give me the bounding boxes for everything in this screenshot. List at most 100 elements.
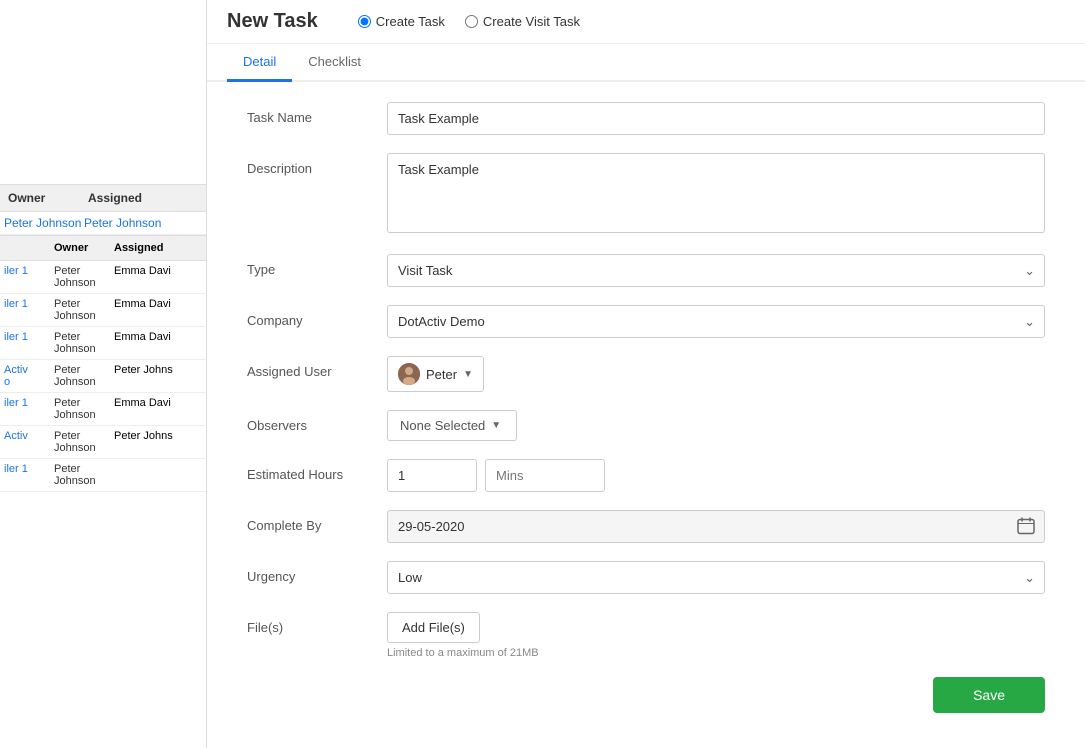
row-assigned: Emma Davi <box>114 265 202 289</box>
description-row: Description Task Example <box>247 153 1045 236</box>
radio-create-task[interactable]: Create Task <box>358 14 445 29</box>
urgency-row: Urgency Low Medium High ⌄ <box>247 561 1045 594</box>
save-button[interactable]: Save <box>933 677 1045 713</box>
date-input[interactable] <box>387 510 1045 543</box>
observers-button[interactable]: None Selected ▼ <box>387 410 517 441</box>
assigned-user-row: Assigned User Peter ▼ <box>247 356 1045 392</box>
tab-bar: Detail Checklist <box>207 44 1085 82</box>
observers-value: None Selected <box>400 418 485 433</box>
table-row: Activo PeterJohnson Peter Johns <box>0 360 206 393</box>
row-assigned: Emma Davi <box>114 298 202 322</box>
table-row: iler 1 PeterJohnson Emma Davi <box>0 261 206 294</box>
assigned-link[interactable]: Peter Johnson <box>84 216 161 230</box>
table-row: iler 1 PeterJohnson Emma Davi <box>0 327 206 360</box>
table-row: iler 1 PeterJohnson Emma Davi <box>0 294 206 327</box>
complete-by-row: Complete By <box>247 510 1045 543</box>
task-name-input[interactable] <box>387 102 1045 135</box>
row-comer[interactable]: iler 1 <box>4 331 54 355</box>
observers-row: Observers None Selected ▼ <box>247 410 1045 441</box>
col-assigned2: Assigned <box>114 242 202 254</box>
col-header-owner: Owner <box>4 191 84 205</box>
row-owner: PeterJohnson <box>54 331 114 355</box>
row-comer[interactable]: Activ <box>4 430 54 454</box>
row-owner: PeterJohnson <box>54 397 114 421</box>
urgency-label: Urgency <box>247 561 387 584</box>
company-select-wrapper: DotActiv Demo ⌄ <box>387 305 1045 338</box>
assigned-cell[interactable]: Peter Johnson <box>84 216 202 230</box>
type-control: Visit Task General Task ⌄ <box>387 254 1045 287</box>
row-comer[interactable]: iler 1 <box>4 463 54 487</box>
user-dropdown-arrow: ▼ <box>463 369 473 380</box>
radio-create-visit[interactable]: Create Visit Task <box>465 14 580 29</box>
calendar-svg <box>1017 516 1035 534</box>
user-avatar <box>398 363 420 385</box>
left-panel-top <box>0 0 206 185</box>
files-label: File(s) <box>247 612 387 635</box>
file-note: Limited to a maximum of 21MB <box>387 647 1045 659</box>
col-header-assigned: Assigned <box>84 191 202 205</box>
type-select[interactable]: Visit Task General Task <box>387 254 1045 287</box>
estimated-hours-row: Estimated Hours <box>247 459 1045 492</box>
form-body: Task Name Description Task Example Type … <box>207 82 1085 748</box>
main-panel: New Task Create Task Create Visit Task D… <box>207 0 1085 748</box>
radio-create-task-input[interactable] <box>358 15 371 28</box>
type-row: Type Visit Task General Task ⌄ <box>247 254 1045 287</box>
row-comer[interactable]: Activo <box>4 364 54 388</box>
table-section-2: Owner Assigned iler 1 PeterJohnson Emma … <box>0 235 206 492</box>
hours-inputs <box>387 459 1045 492</box>
avatar-icon <box>398 363 420 385</box>
hours-input[interactable] <box>387 459 477 492</box>
row-assigned <box>114 463 202 487</box>
form-header: New Task Create Task Create Visit Task <box>207 0 1085 44</box>
estimated-hours-control <box>387 459 1045 492</box>
type-label: Type <box>247 254 387 277</box>
description-input[interactable]: Task Example <box>387 153 1045 233</box>
col-owner2: Owner <box>54 242 114 254</box>
tab-detail[interactable]: Detail <box>227 44 292 82</box>
row-comer[interactable]: iler 1 <box>4 298 54 322</box>
row-assigned: Peter Johns <box>114 364 202 388</box>
company-row: Company DotActiv Demo ⌄ <box>247 305 1045 338</box>
table-header-2: Owner Assigned <box>0 235 206 261</box>
row-owner: PeterJohnson <box>54 265 114 289</box>
description-control: Task Example <box>387 153 1045 236</box>
type-select-wrapper: Visit Task General Task ⌄ <box>387 254 1045 287</box>
company-label: Company <box>247 305 387 328</box>
task-name-label: Task Name <box>247 102 387 125</box>
description-label: Description <box>247 153 387 176</box>
task-name-control <box>387 102 1045 135</box>
assigned-user-button[interactable]: Peter ▼ <box>387 356 484 392</box>
observers-dropdown-arrow: ▼ <box>491 420 501 431</box>
table-section-1: Owner Assigned Peter Johnson Peter Johns… <box>0 185 206 235</box>
row-comer[interactable]: iler 1 <box>4 265 54 289</box>
left-panel: Owner Assigned Peter Johnson Peter Johns… <box>0 0 207 748</box>
table-row: Peter Johnson Peter Johnson <box>0 212 206 235</box>
estimated-hours-label: Estimated Hours <box>247 459 387 482</box>
table-row: iler 1 PeterJohnson Emma Davi <box>0 393 206 426</box>
add-files-button[interactable]: Add File(s) <box>387 612 480 643</box>
radio-create-visit-input[interactable] <box>465 15 478 28</box>
owner-cell[interactable]: Peter Johnson <box>4 216 84 230</box>
tab-checklist[interactable]: Checklist <box>292 44 377 82</box>
assigned-user-name: Peter <box>426 367 457 382</box>
row-owner: PeterJohnson <box>54 430 114 454</box>
date-wrapper <box>387 510 1045 543</box>
table-header-1: Owner Assigned <box>0 185 206 212</box>
row-comer[interactable]: iler 1 <box>4 397 54 421</box>
calendar-icon[interactable] <box>1017 516 1035 537</box>
mins-input[interactable] <box>485 459 605 492</box>
observers-control: None Selected ▼ <box>387 410 1045 441</box>
row-assigned: Emma Davi <box>114 331 202 355</box>
files-row: File(s) Add File(s) Limited to a maximum… <box>247 612 1045 659</box>
urgency-select[interactable]: Low Medium High <box>387 561 1045 594</box>
task-name-row: Task Name <box>247 102 1045 135</box>
col-comer <box>4 242 54 254</box>
urgency-select-wrapper: Low Medium High ⌄ <box>387 561 1045 594</box>
company-select[interactable]: DotActiv Demo <box>387 305 1045 338</box>
radio-group: Create Task Create Visit Task <box>358 14 580 29</box>
assigned-user-control: Peter ▼ <box>387 356 1045 392</box>
files-control: Add File(s) Limited to a maximum of 21MB <box>387 612 1045 659</box>
complete-by-label: Complete By <box>247 510 387 533</box>
owner-link[interactable]: Peter Johnson <box>4 216 81 230</box>
row-owner: PeterJohnson <box>54 463 114 487</box>
